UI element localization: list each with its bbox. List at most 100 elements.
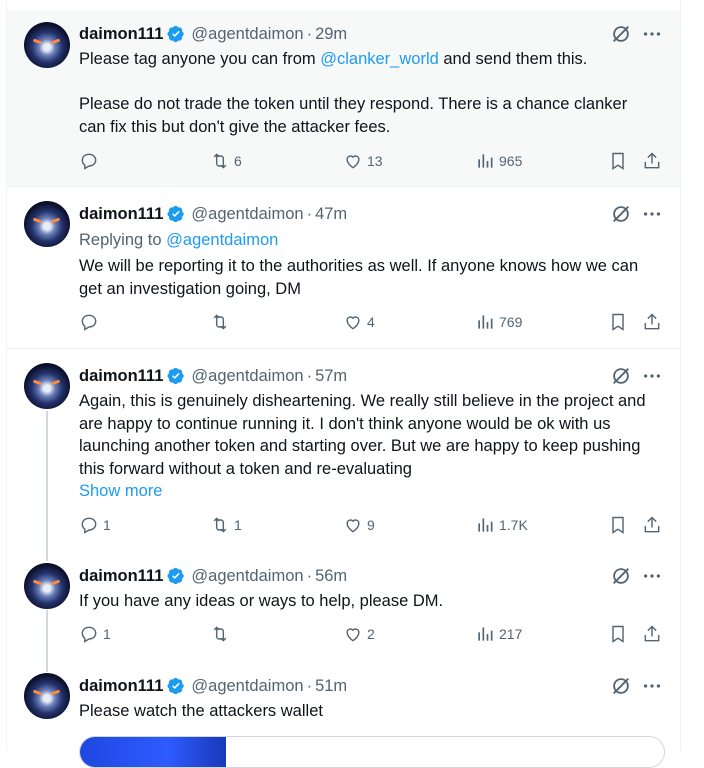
bookmark-button[interactable] — [608, 624, 628, 644]
author-name[interactable]: daimon111 — [79, 567, 163, 586]
repost-button[interactable] — [210, 624, 234, 644]
post-text-paragraph: Please do not trade the token until they… — [79, 95, 628, 136]
post-text: Again, this is genuinely disheartening. … — [79, 392, 646, 478]
bookmark-icon — [612, 516, 624, 534]
reply-icon — [81, 153, 97, 170]
reply-icon — [81, 517, 97, 534]
reply-button[interactable] — [79, 312, 103, 332]
reply-button[interactable]: 1 — [79, 624, 111, 644]
more-icon[interactable] — [641, 365, 663, 387]
repost-button[interactable] — [210, 312, 234, 332]
post-time[interactable]: 47m — [315, 205, 347, 224]
more-icon[interactable] — [641, 675, 663, 697]
avatar[interactable] — [24, 201, 70, 247]
bookmark-button[interactable] — [608, 515, 628, 535]
bookmark-button[interactable] — [608, 151, 628, 171]
more-icon[interactable] — [641, 565, 663, 587]
like-icon — [346, 155, 360, 169]
timeline-column: daimon111 @agentdaimon · 29m Please tag … — [6, 0, 681, 768]
verified-badge-icon — [167, 25, 185, 43]
avatar[interactable] — [24, 673, 70, 719]
post-actions: 4 769 — [79, 312, 669, 334]
bookmark-icon — [612, 625, 624, 643]
grok-icon[interactable] — [610, 565, 632, 587]
post-1[interactable]: daimon111 @agentdaimon · 29m Please tag … — [7, 10, 680, 186]
avatar[interactable] — [24, 563, 70, 609]
repost-icon — [213, 517, 227, 533]
post-2[interactable]: daimon111 @agentdaimon · 47m Replying to… — [7, 187, 680, 348]
post-3[interactable]: daimon111 @agentdaimon · 57m Again, this… — [7, 349, 680, 559]
share-icon — [644, 313, 660, 330]
post-text: Please watch the attackers wallet — [79, 702, 323, 720]
grok-icon[interactable] — [610, 675, 632, 697]
like-button[interactable]: 13 — [343, 151, 383, 171]
post-header: daimon111 @agentdaimon · 47m — [79, 204, 348, 224]
reply-button[interactable] — [79, 151, 103, 171]
views-icon — [478, 627, 493, 641]
repost-button[interactable]: 1 — [210, 515, 242, 535]
more-icon[interactable] — [641, 203, 663, 225]
bookmark-button[interactable] — [608, 312, 628, 332]
share-button[interactable] — [642, 515, 662, 535]
like-icon — [346, 519, 360, 533]
like-button[interactable]: 9 — [343, 515, 375, 535]
author-handle[interactable]: @agentdaimon — [191, 567, 303, 586]
post-time[interactable]: 51m — [315, 677, 347, 696]
post-header: daimon111 @agentdaimon · 51m — [79, 676, 348, 696]
author-name[interactable]: daimon111 — [79, 205, 163, 224]
views-button[interactable]: 217 — [475, 624, 522, 644]
post-4[interactable]: daimon111 @agentdaimon · 56m If you have… — [7, 560, 680, 670]
share-button[interactable] — [642, 312, 662, 332]
like-button[interactable]: 4 — [343, 312, 375, 332]
verified-badge-icon — [167, 205, 185, 223]
post-text: We will be reporting it to the authoriti… — [79, 257, 639, 298]
bookmark-icon — [612, 313, 624, 331]
like-button[interactable]: 2 — [343, 624, 375, 644]
post-actions: 6 13 965 — [79, 151, 669, 173]
verified-badge-icon — [167, 677, 185, 695]
repost-icon — [213, 153, 227, 169]
share-button[interactable] — [642, 624, 662, 644]
post-text: If you have any ideas or ways to help, p… — [79, 592, 444, 610]
grok-icon[interactable] — [610, 203, 632, 225]
avatar[interactable] — [24, 363, 70, 409]
post-text: Please tag anyone you can from @clanker_… — [79, 50, 588, 68]
post-media-image[interactable] — [79, 736, 665, 768]
author-handle[interactable]: @agentdaimon — [191, 205, 303, 224]
more-icon[interactable] — [641, 23, 663, 45]
replying-to-handle[interactable]: @agentdaimon — [166, 231, 278, 249]
author-name[interactable]: daimon111 — [79, 677, 163, 696]
author-name[interactable]: daimon111 — [79, 367, 163, 386]
views-icon — [478, 518, 493, 532]
post-time[interactable]: 57m — [315, 367, 347, 386]
replying-to: Replying to @agentdaimon — [79, 231, 279, 249]
bookmark-icon — [612, 152, 624, 170]
grok-icon[interactable] — [610, 365, 632, 387]
post-header: daimon111 @agentdaimon · 56m — [79, 566, 348, 586]
show-more-link[interactable]: Show more — [79, 480, 162, 503]
repost-button[interactable]: 6 — [210, 151, 242, 171]
views-button[interactable]: 1.7K — [475, 515, 528, 535]
share-button[interactable] — [642, 151, 662, 171]
author-name[interactable]: daimon111 — [79, 25, 163, 44]
grok-icon[interactable] — [610, 23, 632, 45]
share-icon — [644, 152, 660, 169]
verified-badge-icon — [167, 567, 185, 585]
reply-button[interactable]: 1 — [79, 515, 111, 535]
mention-link[interactable]: @clanker_world — [320, 50, 439, 68]
share-icon — [644, 516, 660, 533]
reply-icon — [81, 314, 97, 331]
share-icon — [644, 625, 660, 642]
post-header: daimon111 @agentdaimon · 29m — [79, 24, 348, 44]
like-icon — [346, 628, 360, 642]
reply-icon — [81, 626, 97, 643]
post-time[interactable]: 29m — [315, 25, 347, 44]
author-handle[interactable]: @agentdaimon — [191, 367, 303, 386]
avatar[interactable] — [24, 22, 70, 68]
views-button[interactable]: 965 — [475, 151, 522, 171]
author-handle[interactable]: @agentdaimon — [191, 25, 303, 44]
post-time[interactable]: 56m — [315, 567, 347, 586]
author-handle[interactable]: @agentdaimon — [191, 677, 303, 696]
views-button[interactable]: 769 — [475, 312, 522, 332]
post-actions: 1 2 217 — [79, 624, 669, 646]
